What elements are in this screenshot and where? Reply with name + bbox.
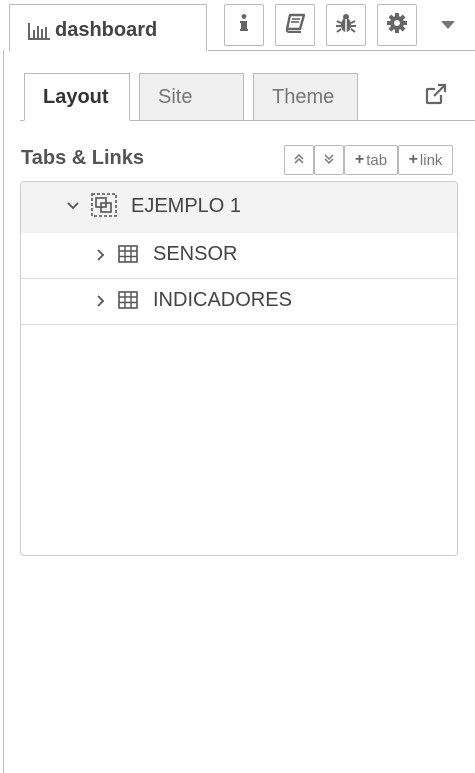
tree-item-row[interactable]: INDICADORES bbox=[21, 279, 457, 325]
section-title: Tabs & Links bbox=[21, 147, 144, 169]
group-icon bbox=[91, 193, 117, 222]
sidebar-tab-bar: dashboard bbox=[0, 0, 475, 52]
add-link-button[interactable]: + link bbox=[398, 145, 453, 175]
tab-layout-label: Layout bbox=[43, 85, 109, 108]
tab-site[interactable]: Site bbox=[139, 73, 244, 121]
book-icon bbox=[284, 13, 306, 38]
bar-chart-icon bbox=[27, 21, 51, 46]
chevron-right-icon[interactable] bbox=[94, 294, 108, 313]
tree-item-label: SENSOR bbox=[153, 243, 238, 265]
help-book-button[interactable] bbox=[275, 4, 315, 46]
tree-item-label: INDICADORES bbox=[153, 289, 292, 311]
open-dashboard-button[interactable] bbox=[424, 82, 448, 106]
tabs-links-tree: EJEMPLO 1 SENSOR INDICADORES bbox=[20, 181, 458, 556]
external-link-icon bbox=[424, 83, 448, 110]
tab-theme-label: Theme bbox=[272, 85, 335, 108]
panel-border bbox=[3, 50, 4, 773]
tree-group-label: EJEMPLO 1 bbox=[131, 195, 242, 217]
add-tab-button[interactable]: + tab bbox=[344, 145, 398, 175]
caret-down-icon bbox=[441, 16, 455, 34]
sidebar-menu-dropdown[interactable] bbox=[437, 14, 459, 36]
collapse-all-button[interactable] bbox=[284, 145, 314, 175]
tab-theme[interactable]: Theme bbox=[253, 73, 358, 121]
add-link-label: link bbox=[419, 151, 443, 169]
tab-dashboard[interactable]: dashboard bbox=[9, 4, 207, 51]
info-icon bbox=[237, 13, 251, 38]
settings-button[interactable] bbox=[377, 4, 417, 46]
tab-site-label: Site bbox=[158, 85, 193, 108]
debug-button[interactable] bbox=[326, 4, 366, 46]
tab-layout[interactable]: Layout bbox=[24, 73, 130, 121]
table-icon bbox=[118, 245, 138, 268]
double-chevron-down-icon bbox=[323, 152, 335, 169]
tree-item-row[interactable]: SENSOR bbox=[21, 233, 457, 279]
gear-icon bbox=[386, 12, 408, 39]
plus-icon: + bbox=[354, 151, 365, 168]
chevron-down-icon[interactable] bbox=[66, 199, 80, 218]
add-tab-label: tab bbox=[366, 151, 388, 169]
double-chevron-up-icon bbox=[293, 152, 305, 169]
plus-icon: + bbox=[408, 151, 418, 168]
table-icon bbox=[118, 291, 138, 314]
expand-all-button[interactable] bbox=[314, 145, 344, 175]
tab-bar-divider bbox=[208, 50, 475, 51]
info-button[interactable] bbox=[224, 4, 264, 46]
tab-label: dashboard bbox=[55, 19, 158, 41]
tree-group-row[interactable]: EJEMPLO 1 bbox=[21, 182, 457, 233]
chevron-right-icon[interactable] bbox=[94, 248, 108, 267]
bug-icon bbox=[335, 12, 357, 39]
